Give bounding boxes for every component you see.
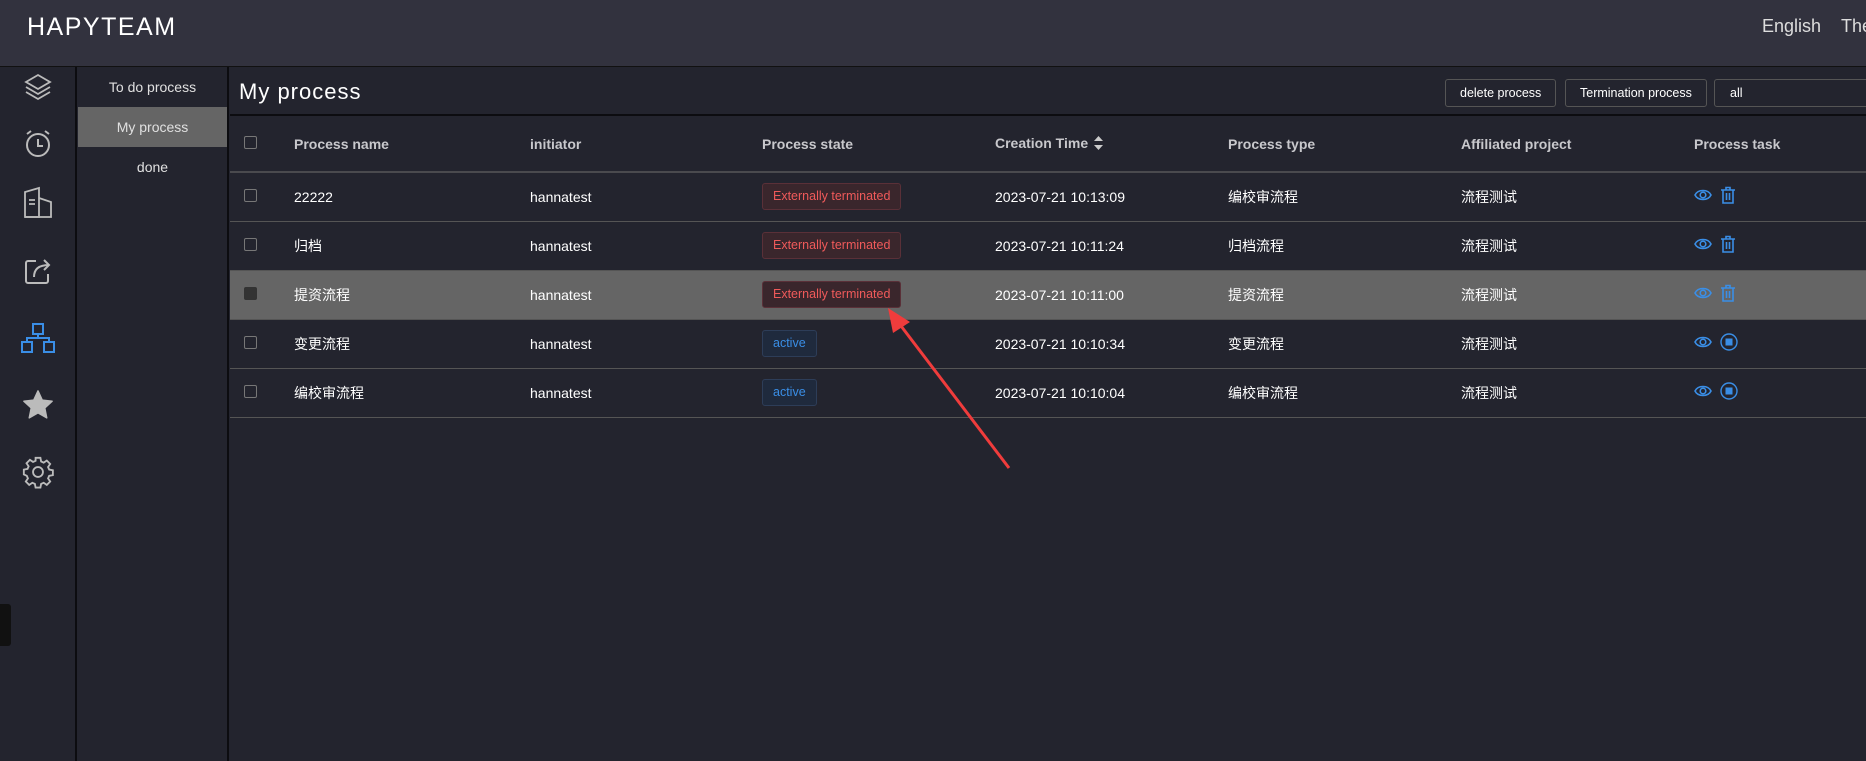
initiator: hannatest xyxy=(530,172,762,222)
process-type: 变更流程 xyxy=(1228,319,1461,369)
stop-icon[interactable] xyxy=(1720,382,1738,403)
table-row[interactable]: 22222 hannatest Externally terminated 20… xyxy=(230,172,1866,222)
select-all-checkbox[interactable] xyxy=(244,136,257,149)
submenu-item-todo[interactable]: To do process xyxy=(78,67,227,107)
status-badge: Externally terminated xyxy=(762,183,902,211)
language-switch[interactable]: English xyxy=(1762,16,1821,37)
stop-icon[interactable] xyxy=(1720,333,1738,354)
table-header: Process name initiator Process state Cre… xyxy=(230,117,1866,173)
col-process-name: Process name xyxy=(294,117,530,173)
submenu-item-done[interactable]: done xyxy=(78,147,227,187)
affiliated-project: 流程测试 xyxy=(1461,319,1694,369)
col-affiliated-project: Affiliated project xyxy=(1461,117,1694,173)
creation-time: 2023-07-21 10:10:04 xyxy=(995,368,1228,418)
status-badge: Externally terminated xyxy=(762,232,902,259)
logo: HAPYTEAM xyxy=(27,13,177,41)
main-panel: My process delete process Termination pr… xyxy=(230,67,1866,761)
table-row[interactable]: 归档 hannatest Externally terminated 2023-… xyxy=(230,221,1866,271)
row-checkbox[interactable] xyxy=(244,188,257,202)
process-name: 提资流程 xyxy=(294,270,530,320)
affiliated-project: 流程测试 xyxy=(1461,270,1694,320)
title-bar: My process delete process Termination pr… xyxy=(230,67,1866,116)
icon-sidebar xyxy=(0,67,77,761)
process-name: 编校审流程 xyxy=(294,368,530,418)
view-eye-icon[interactable] xyxy=(1694,237,1712,254)
creation-time-label: Creation Time xyxy=(995,135,1089,152)
creation-time: 2023-07-21 10:11:24 xyxy=(995,221,1228,271)
process-table: Process name initiator Process state Cre… xyxy=(230,117,1866,418)
creation-time: 2023-07-21 10:11:00 xyxy=(995,270,1228,320)
process-name: 22222 xyxy=(294,172,530,222)
delete-trash-icon[interactable] xyxy=(1720,284,1736,305)
view-eye-icon[interactable] xyxy=(1694,384,1712,401)
row-checkbox[interactable] xyxy=(244,286,257,300)
affiliated-project: 流程测试 xyxy=(1461,368,1694,418)
status-widget xyxy=(0,604,11,646)
view-eye-icon[interactable] xyxy=(1694,335,1712,352)
share-icon[interactable] xyxy=(18,251,58,291)
star-icon[interactable] xyxy=(18,385,58,425)
table-row[interactable]: 编校审流程 hannatest active 2023-07-21 10:10:… xyxy=(230,368,1866,418)
building-icon[interactable] xyxy=(18,183,58,223)
affiliated-project: 流程测试 xyxy=(1461,221,1694,271)
initiator: hannatest xyxy=(530,368,762,418)
row-checkbox[interactable] xyxy=(244,335,257,349)
col-initiator: initiator xyxy=(530,117,762,173)
status-badge: Externally terminated xyxy=(762,281,902,308)
process-submenu: To do process My process done xyxy=(78,67,229,761)
process-type: 编校审流程 xyxy=(1228,172,1461,222)
col-creation-time[interactable]: Creation Time xyxy=(995,117,1228,173)
status-badge: active xyxy=(762,330,817,357)
view-eye-icon[interactable] xyxy=(1694,286,1712,303)
affiliated-project: 流程测试 xyxy=(1461,172,1694,222)
top-bar: HAPYTEAM English The xyxy=(0,0,1866,67)
process-type: 归档流程 xyxy=(1228,221,1461,271)
col-process-task: Process task xyxy=(1694,117,1866,173)
row-checkbox[interactable] xyxy=(244,237,257,251)
creation-time: 2023-07-21 10:10:34 xyxy=(995,319,1228,369)
termination-process-button[interactable]: Termination process xyxy=(1565,79,1707,107)
table-row[interactable]: 提资流程 hannatest Externally terminated 202… xyxy=(230,270,1866,320)
table-row[interactable]: 变更流程 hannatest active 2023-07-21 10:10:3… xyxy=(230,319,1866,369)
delete-trash-icon[interactable] xyxy=(1720,186,1736,207)
col-process-state: Process state xyxy=(762,117,995,173)
status-badge: active xyxy=(762,379,817,406)
delete-trash-icon[interactable] xyxy=(1720,235,1736,256)
process-type: 编校审流程 xyxy=(1228,368,1461,418)
initiator: hannatest xyxy=(530,221,762,271)
sort-icon[interactable] xyxy=(1094,135,1104,153)
row-checkbox[interactable] xyxy=(244,384,257,398)
submenu-item-my-process[interactable]: My process xyxy=(78,107,227,147)
layers-icon[interactable] xyxy=(18,67,58,107)
process-name: 变更流程 xyxy=(294,319,530,369)
org-chart-icon[interactable] xyxy=(18,318,58,358)
page-title: My process xyxy=(239,79,362,104)
theme-switch[interactable]: The xyxy=(1841,16,1866,37)
gear-icon[interactable] xyxy=(18,452,58,492)
process-name: 归档 xyxy=(294,221,530,271)
col-process-type: Process type xyxy=(1228,117,1461,173)
alarm-clock-icon[interactable] xyxy=(18,123,58,163)
view-eye-icon[interactable] xyxy=(1694,188,1712,205)
delete-process-button[interactable]: delete process xyxy=(1445,79,1557,107)
state-filter-select[interactable]: all xyxy=(1714,79,1866,107)
creation-time: 2023-07-21 10:13:09 xyxy=(995,172,1228,222)
process-type: 提资流程 xyxy=(1228,270,1461,320)
initiator: hannatest xyxy=(530,270,762,320)
initiator: hannatest xyxy=(530,319,762,369)
